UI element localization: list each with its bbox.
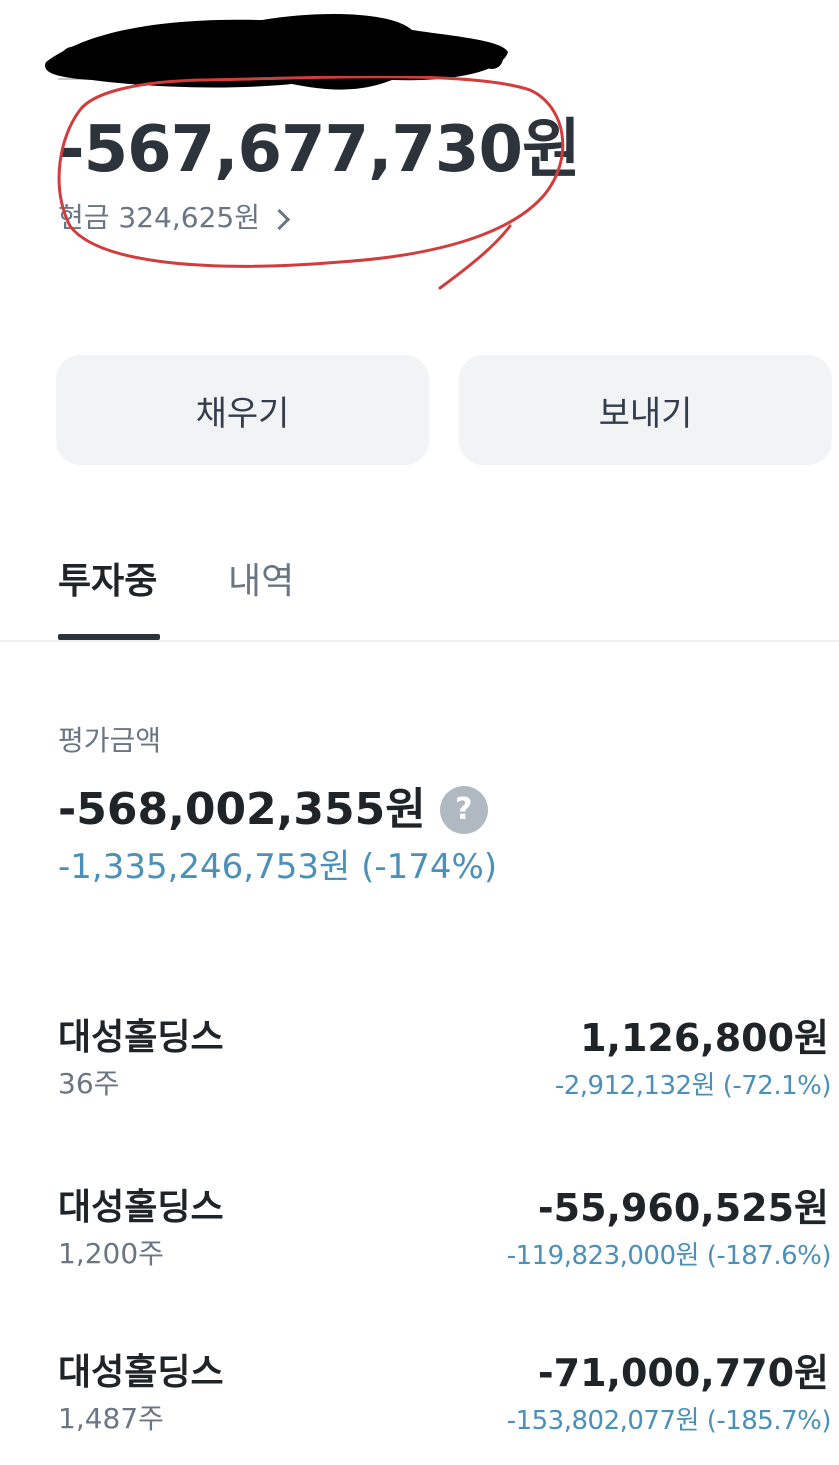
holding-value: -71,000,770원 — [537, 1351, 829, 1395]
valuation-label: 평가금액 — [58, 724, 162, 757]
total-asset-amount: -567,677,730원 — [58, 113, 581, 187]
holding-row[interactable]: 대성홀딩스 1,200주 -55,960,525원 -119,823,000원 … — [0, 1180, 839, 1300]
holding-change: -119,823,000원 (-187.6%) — [506, 1241, 832, 1271]
holding-value: 1,126,800원 — [580, 1016, 829, 1060]
tab-bar: 투자중 내역 — [0, 540, 839, 642]
holding-name: 대성홀딩스 — [58, 1017, 224, 1058]
holding-row[interactable]: 대성홀딩스 1,487주 -71,000,770원 -153,802,077원 … — [0, 1345, 839, 1465]
redaction-scribble — [45, 14, 508, 90]
send-button[interactable]: 보내기 — [459, 355, 832, 465]
holding-row[interactable]: 대성홀딩스 36주 1,126,800원 -2,912,132원 (-72.1%… — [0, 1010, 839, 1130]
tab-investing[interactable]: 투자중 — [58, 552, 157, 612]
holding-quantity: 36주 — [58, 1067, 120, 1100]
holding-change: -153,802,077원 (-185.7%) — [506, 1406, 832, 1436]
holding-name: 대성홀딩스 — [58, 1187, 224, 1228]
cash-balance-label: 현금 324,625원 — [58, 201, 260, 234]
holding-value: -55,960,525원 — [537, 1186, 829, 1230]
valuation-amount-row: -568,002,355원 ? — [58, 778, 488, 842]
tab-history[interactable]: 내역 — [228, 552, 294, 612]
active-tab-indicator — [58, 634, 160, 640]
fill-button[interactable]: 채우기 — [56, 355, 429, 465]
holding-name: 대성홀딩스 — [58, 1352, 224, 1393]
holding-change: -2,912,132원 (-72.1%) — [554, 1071, 832, 1101]
question-circle-icon[interactable]: ? — [439, 786, 488, 834]
account-screen: -567,677,730원 현금 324,625원 채우기 보내기 투자중 내역… — [0, 0, 839, 1465]
valuation-amount: -568,002,355원 — [58, 784, 426, 835]
holding-quantity: 1,200주 — [58, 1237, 164, 1270]
holding-quantity: 1,487주 — [58, 1402, 164, 1435]
valuation-change: -1,335,246,753원 (-174%) — [58, 847, 498, 887]
chevron-right-icon — [268, 208, 291, 230]
cash-balance-link[interactable]: 현금 324,625원 — [58, 196, 291, 240]
